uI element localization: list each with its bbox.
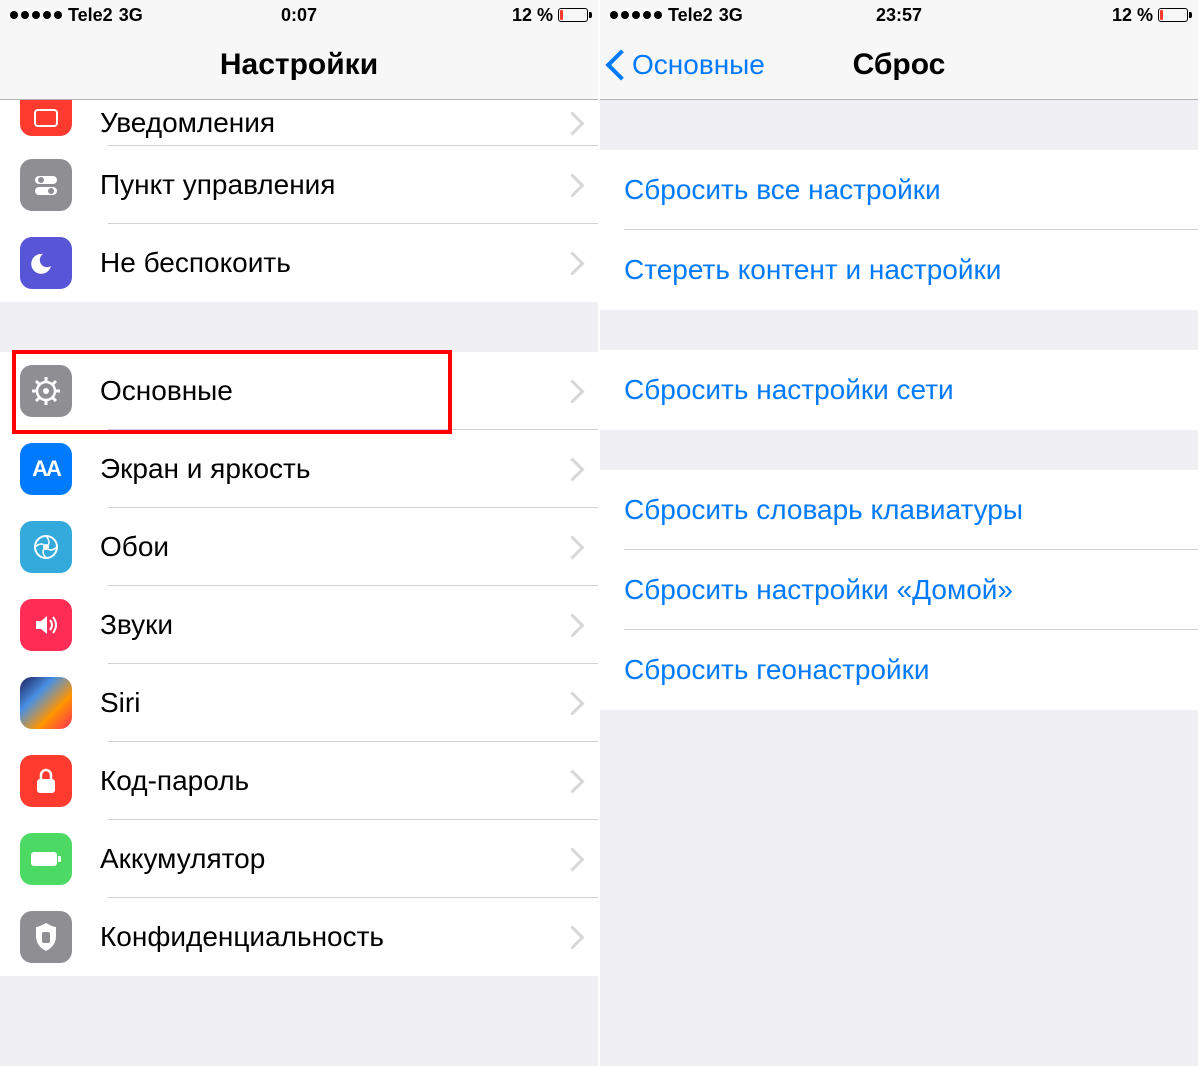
sounds-icon bbox=[20, 599, 72, 651]
chevron-right-icon bbox=[564, 379, 578, 403]
status-bar: Tele2 3G 23:57 12 % bbox=[600, 0, 1198, 30]
row-label: Код-пароль bbox=[100, 765, 564, 797]
page-title: Настройки bbox=[220, 48, 378, 82]
settings-row-privacy[interactable]: Конфиденциальность bbox=[0, 898, 598, 976]
group-gap bbox=[600, 430, 1198, 470]
reset-group-2: Сбросить настройки сети bbox=[600, 350, 1198, 430]
reset-group-1: Сбросить все настройки Стереть контент и… bbox=[600, 150, 1198, 310]
status-bar: Tele2 3G 0:07 12 % bbox=[0, 0, 598, 30]
row-label: Экран и яркость bbox=[100, 453, 564, 485]
chevron-right-icon bbox=[564, 691, 578, 715]
display-icon: AA bbox=[20, 443, 72, 495]
network-label: 3G bbox=[719, 5, 743, 26]
battery-pct: 12 % bbox=[512, 5, 553, 26]
settings-row-passcode[interactable]: Код-пароль bbox=[0, 742, 598, 820]
battery-pct: 12 % bbox=[1112, 5, 1153, 26]
gear-icon bbox=[20, 365, 72, 417]
settings-group-2: Основные AA Экран и яркость Обои Звуки S… bbox=[0, 352, 598, 976]
row-label: Основные bbox=[100, 375, 564, 407]
notifications-icon bbox=[20, 100, 72, 136]
signal-icon bbox=[610, 11, 662, 19]
group-gap bbox=[600, 100, 1198, 150]
status-left: Tele2 3G bbox=[10, 5, 143, 26]
chevron-right-icon bbox=[564, 613, 578, 637]
row-label: Сбросить настройки сети bbox=[624, 374, 954, 406]
back-button[interactable]: Основные bbox=[610, 49, 765, 81]
battery-icon bbox=[558, 8, 588, 22]
lock-icon bbox=[20, 755, 72, 807]
chevron-left-icon bbox=[610, 50, 628, 80]
settings-row-notifications[interactable]: Уведомления bbox=[0, 100, 598, 146]
row-label: Стереть контент и настройки bbox=[624, 254, 1001, 286]
back-label: Основные bbox=[632, 49, 765, 81]
settings-row-display[interactable]: AA Экран и яркость bbox=[0, 430, 598, 508]
row-label: Не беспокоить bbox=[100, 247, 564, 279]
status-left: Tele2 3G bbox=[610, 5, 743, 26]
row-label: Пункт управления bbox=[100, 169, 564, 201]
settings-row-dnd[interactable]: Не беспокоить bbox=[0, 224, 598, 302]
chevron-right-icon bbox=[564, 925, 578, 949]
chevron-right-icon bbox=[564, 111, 578, 135]
settings-row-control-center[interactable]: Пункт управления bbox=[0, 146, 598, 224]
carrier-label: Tele2 bbox=[68, 5, 113, 26]
row-label: Обои bbox=[100, 531, 564, 563]
row-label: Сбросить словарь клавиатуры bbox=[624, 494, 1023, 526]
reset-location-privacy[interactable]: Сбросить геонастройки bbox=[600, 630, 1198, 710]
reset-keyboard-dictionary[interactable]: Сбросить словарь клавиатуры bbox=[600, 470, 1198, 550]
row-label: Siri bbox=[100, 687, 564, 719]
reset-home-layout[interactable]: Сбросить настройки «Домой» bbox=[600, 550, 1198, 630]
erase-all-content[interactable]: Стереть контент и настройки bbox=[600, 230, 1198, 310]
siri-icon bbox=[20, 677, 72, 729]
row-label: Звуки bbox=[100, 609, 564, 641]
row-label: Конфиденциальность bbox=[100, 921, 564, 953]
signal-icon bbox=[10, 11, 62, 19]
group-gap bbox=[0, 302, 598, 352]
battery-icon bbox=[1158, 8, 1188, 22]
dnd-icon bbox=[20, 237, 72, 289]
nav-bar: Настройки bbox=[0, 30, 598, 100]
settings-row-sounds[interactable]: Звуки bbox=[0, 586, 598, 664]
chevron-right-icon bbox=[564, 769, 578, 793]
row-label: Уведомления bbox=[100, 107, 564, 139]
chevron-right-icon bbox=[564, 251, 578, 275]
control-center-icon bbox=[20, 159, 72, 211]
settings-row-general[interactable]: Основные bbox=[0, 352, 598, 430]
chevron-right-icon bbox=[564, 535, 578, 559]
status-right: 12 % bbox=[512, 5, 588, 26]
settings-screen: Tele2 3G 0:07 12 % Настройки Уведомления… bbox=[0, 0, 600, 1066]
row-label: Сбросить геонастройки bbox=[624, 654, 930, 686]
chevron-right-icon bbox=[564, 173, 578, 197]
battery-icon bbox=[20, 833, 72, 885]
reset-all-settings[interactable]: Сбросить все настройки bbox=[600, 150, 1198, 230]
row-label: Сбросить настройки «Домой» bbox=[624, 574, 1013, 606]
status-time: 23:57 bbox=[876, 5, 922, 26]
reset-network-settings[interactable]: Сбросить настройки сети bbox=[600, 350, 1198, 430]
network-label: 3G bbox=[119, 5, 143, 26]
row-label: Аккумулятор bbox=[100, 843, 564, 875]
settings-row-battery[interactable]: Аккумулятор bbox=[0, 820, 598, 898]
page-title: Сброс bbox=[853, 48, 946, 82]
carrier-label: Tele2 bbox=[668, 5, 713, 26]
settings-row-siri[interactable]: Siri bbox=[0, 664, 598, 742]
reset-group-3: Сбросить словарь клавиатуры Сбросить нас… bbox=[600, 470, 1198, 710]
status-time: 0:07 bbox=[281, 5, 317, 26]
nav-bar: Основные Сброс bbox=[600, 30, 1198, 100]
status-right: 12 % bbox=[1112, 5, 1188, 26]
group-gap bbox=[600, 310, 1198, 350]
chevron-right-icon bbox=[564, 847, 578, 871]
privacy-icon bbox=[20, 911, 72, 963]
settings-row-wallpaper[interactable]: Обои bbox=[0, 508, 598, 586]
row-label: Сбросить все настройки bbox=[624, 174, 941, 206]
settings-group-1: Уведомления Пункт управления Не беспокои… bbox=[0, 100, 598, 302]
wallpaper-icon bbox=[20, 521, 72, 573]
chevron-right-icon bbox=[564, 457, 578, 481]
reset-screen: Tele2 3G 23:57 12 % Основные Сброс Сброс… bbox=[600, 0, 1200, 1066]
